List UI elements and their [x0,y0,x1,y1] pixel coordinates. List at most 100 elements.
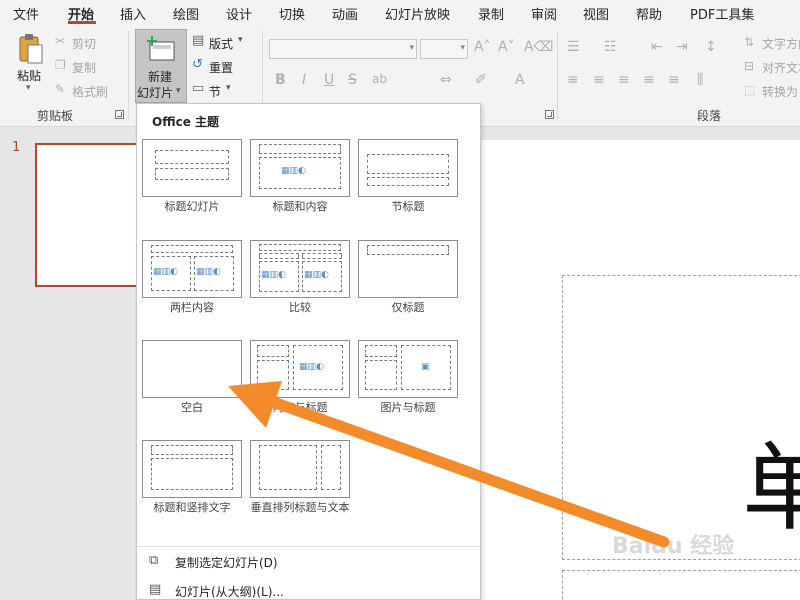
new-slide-button[interactable]: 新建 幻灯片 ▾ [135,29,187,103]
strikethrough-button[interactable]: S [348,72,357,88]
placeholder-box [151,245,233,253]
paste-icon[interactable] [18,33,44,65]
layout-label: 标题和内容 [272,200,328,213]
spacing-icon[interactable]: ⇔ [440,72,452,88]
text-direction-button[interactable]: 文字方向 [762,35,800,52]
smartart-icon: ⬚ [744,83,756,97]
section-button[interactable]: 节 [209,83,221,100]
group-separator [557,31,558,121]
menu-design[interactable]: 设计 [226,4,252,23]
decrease-indent-icon[interactable]: ⇤ [651,39,663,55]
slide-title-text: 单 [742,432,800,544]
font-launcher-icon[interactable] [545,110,554,119]
shadow-button[interactable]: ab [372,72,387,86]
align-left-icon[interactable]: ≡ [567,72,579,88]
paste-button[interactable]: 粘贴 [17,67,41,84]
menu-view[interactable]: 视图 [583,4,609,23]
clear-format-icon[interactable]: A⌫ [524,39,553,55]
format-painter-button[interactable]: 格式刷 [72,83,108,100]
layout-thumbnail [358,139,458,197]
bullets-icon[interactable]: ☰ [567,39,580,55]
menu-file[interactable]: 文件 [13,4,39,23]
font-size-dropdown[interactable]: ▾ [420,39,468,59]
command-label: 复制选定幻灯片(D) [175,556,278,570]
layout-chevron-icon: ▾ [238,35,243,45]
layout-gallery-dropdown: Office 主题 标题幻灯片 ▦▥◐ 标题和内容 节标题 ▦▥◐ ▦▥◐ 两栏… [136,103,481,600]
italic-button[interactable]: I [302,72,306,88]
duplicate-slide-command[interactable]: ⧉ 复制选定幻灯片(D) [149,551,469,573]
duplicate-slide-icon: ⧉ [149,553,159,568]
menu-review[interactable]: 审阅 [531,4,557,23]
decrease-font-icon[interactable]: A˅ [498,39,515,55]
copy-button[interactable]: 复制 [72,59,96,76]
menu-record[interactable]: 录制 [478,4,504,23]
menu-slideshow[interactable]: 幻灯片放映 [385,4,450,23]
convert-smartart-button[interactable]: 转换为 [762,83,798,100]
placeholder-box [367,245,449,255]
layout-label: 空白 [181,401,203,414]
new-slide-label-1: 新建 [148,70,173,84]
reset-button[interactable]: 重置 [209,59,233,76]
content-icons: ▦▥◐ [299,362,324,372]
columns-icon[interactable]: ⫼ [697,72,703,88]
outline-icon: ▤ [149,582,162,597]
placeholder-box [151,458,233,490]
content-icons: ▦▥◐ [261,270,286,280]
placeholder-box [155,150,229,164]
layout-label: 垂直排列标题与文本 [250,501,350,514]
placeholder-box [257,345,289,357]
clipboard-launcher-icon[interactable] [115,110,124,119]
layout-button[interactable]: 版式 [209,35,233,52]
distributed-icon[interactable]: ≡ [668,72,680,88]
text-direction-icon: ⇅ [744,35,755,49]
placeholder-box [365,345,397,357]
menu-draw[interactable]: 绘图 [173,4,199,23]
increase-indent-icon[interactable]: ⇥ [676,39,688,55]
menu-animations[interactable]: 动画 [332,4,358,23]
menu-pdf-tools[interactable]: PDF工具集 [690,4,754,23]
placeholder-box [302,253,342,259]
cut-button[interactable]: 剪切 [72,35,96,52]
placeholder-box [259,244,341,251]
layout-label: 仅标题 [391,301,425,314]
clipboard-group-label: 剪贴板 [37,109,74,123]
placeholder-box [151,445,233,455]
layout-label: 节标题 [391,200,425,213]
justify-icon[interactable]: ≡ [643,72,655,88]
menu-insert[interactable]: 插入 [120,4,146,23]
group-separator [128,31,129,121]
menu-bar: 文件 开始 插入 绘图 设计 切换 动画 幻灯片放映 录制 审阅 视图 帮助 P… [0,0,800,25]
underline-button[interactable]: U [324,72,334,88]
menu-separator [137,546,480,547]
layout-thumbnail: ▦▥◐ [250,139,350,197]
paragraph-group-label: 段落 [697,109,722,123]
new-slide-label-2: 幻灯片 [137,86,174,100]
slide-thumbnail[interactable] [35,143,141,287]
slides-from-outline-command[interactable]: ▤ 幻灯片(从大纲)(L)... [149,580,469,600]
menu-help[interactable]: 帮助 [636,4,662,23]
align-right-icon[interactable]: ≡ [618,72,630,88]
layout-label: 标题幻灯片 [164,200,220,213]
menu-transitions[interactable]: 切换 [279,4,305,23]
subtitle-placeholder[interactable] [562,570,800,600]
bold-button[interactable]: B [275,72,286,88]
layout-thumbnail: ▦▥◐ ▦▥◐ [250,240,350,298]
font-name-dropdown[interactable]: ▾ [269,39,417,59]
placeholder-box [155,168,229,180]
numbering-icon[interactable]: ☷ [604,39,617,55]
increase-font-icon[interactable]: A˄ [474,39,491,55]
copy-icon: ❐ [55,58,66,72]
align-text-button[interactable]: 对齐文本 [762,59,800,76]
new-slide-icon [146,36,176,62]
highlight-icon[interactable]: ✐ [475,72,487,88]
layout-label: 两栏内容 [170,301,214,314]
reset-icon: ↺ [192,57,203,72]
layout-label: 图片与标题 [380,401,436,414]
layout-thumbnail: ▦▥◐ ▦▥◐ [142,240,242,298]
line-spacing-icon[interactable]: ↕ [705,39,717,55]
font-color-icon[interactable]: A [515,72,525,88]
align-center-icon[interactable]: ≡ [593,72,605,88]
paste-dropdown-icon[interactable]: ▾ [26,83,31,93]
layout-thumbnail [142,139,242,197]
command-label: 幻灯片(从大纲)(L)... [175,585,284,599]
